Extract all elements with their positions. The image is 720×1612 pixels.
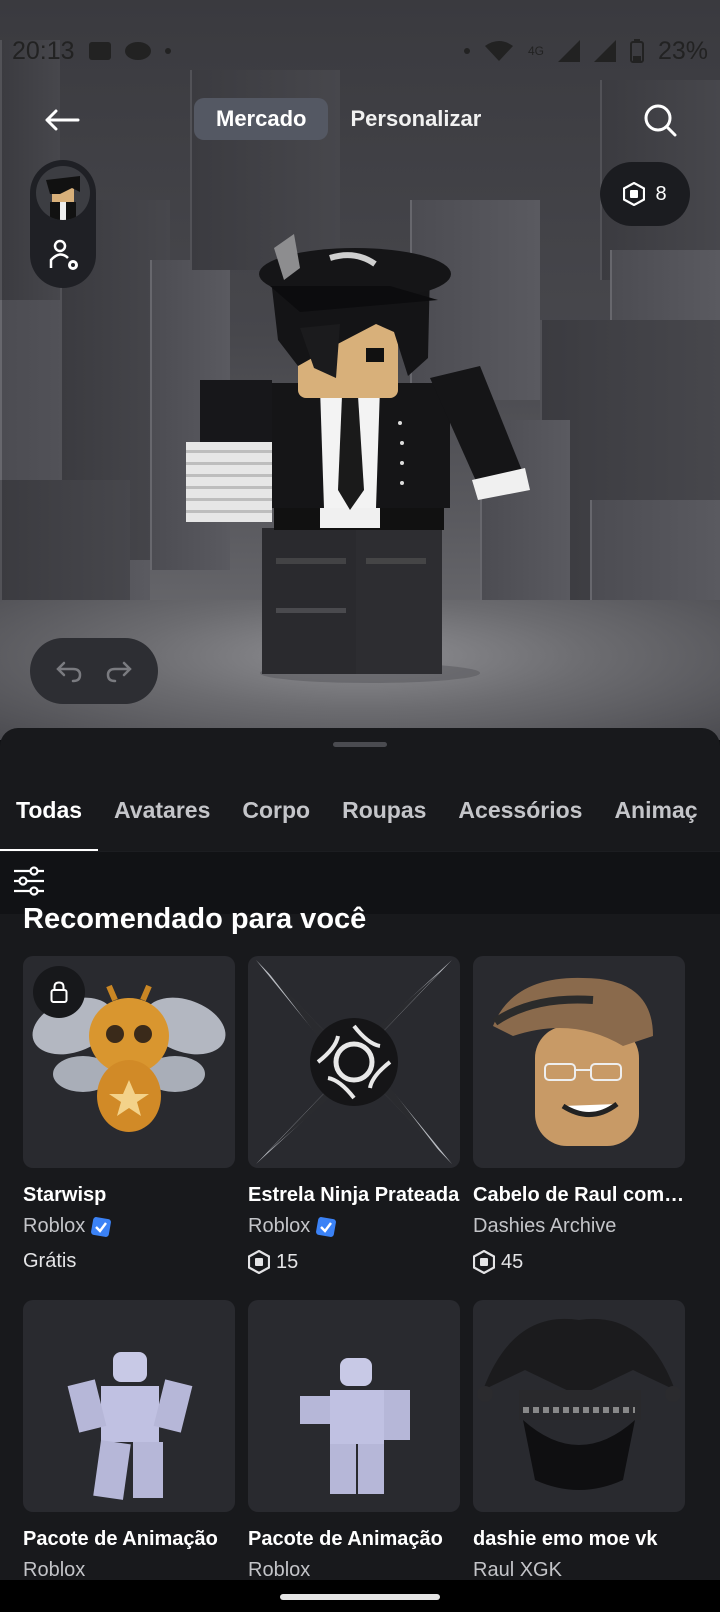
item-thumbnail[interactable] (23, 956, 235, 1168)
item-card[interactable]: dashie emo moe vk Raul XGK (473, 1300, 685, 1582)
system-nav-bar (0, 1580, 720, 1612)
arrow-left-icon (45, 109, 80, 131)
robux-balance-button[interactable]: 8 (600, 162, 690, 226)
item-card[interactable]: Starwisp Roblox Grátis (23, 956, 235, 1273)
status-bar: 20:13 4G 23% (0, 0, 720, 80)
creator-name: Roblox (23, 1559, 86, 1581)
battery-level: 23% (657, 36, 708, 65)
avatar-switcher[interactable] (30, 160, 96, 288)
item-card[interactable]: Cabelo de Raul com Óculos Dashies Archiv… (473, 956, 685, 1274)
item-thumbnail[interactable] (23, 1300, 235, 1512)
item-creator[interactable]: Raul XGK (473, 1559, 685, 1582)
item-price: 15 (248, 1250, 460, 1274)
item-name[interactable]: Starwisp (23, 1184, 235, 1207)
filter-sliders-icon[interactable] (12, 864, 46, 898)
section-title: Recomendado para você (23, 903, 367, 935)
tab-personalizar[interactable]: Personalizar (328, 98, 503, 140)
verified-badge-icon (91, 1216, 112, 1237)
item-thumbnail[interactable] (473, 1300, 685, 1512)
item-creator[interactable]: Roblox (248, 1215, 460, 1238)
creator-name: Roblox (248, 1215, 311, 1237)
signal-icon-2 (593, 40, 616, 62)
network-type: 4G (527, 44, 544, 58)
item-card[interactable]: Pacote de Animação Roblox (23, 1300, 235, 1582)
item-name[interactable]: Estrela Ninja Prateada (248, 1184, 460, 1207)
lock-icon (50, 981, 68, 1003)
signal-icon (557, 40, 580, 62)
item-price: Grátis (23, 1250, 235, 1273)
robux-icon (248, 1250, 270, 1274)
tab-mercado[interactable]: Mercado (194, 98, 329, 140)
price-value: 45 (501, 1250, 524, 1273)
home-gesture-bar[interactable] (280, 1594, 440, 1600)
ninja-star-image (256, 960, 452, 1164)
undo-icon[interactable] (55, 659, 83, 683)
item-creator[interactable]: Roblox (248, 1559, 460, 1582)
robux-balance: 8 (655, 182, 667, 205)
avatar-settings-icon[interactable] (46, 238, 82, 274)
robux-icon (473, 1250, 495, 1274)
avatar-thumbnail-icon (46, 176, 80, 220)
wifi-icon (484, 41, 513, 61)
item-name[interactable]: dashie emo moe vk (473, 1528, 685, 1551)
back-button[interactable] (40, 100, 84, 140)
mode-switch: Mercado Personalizar (194, 98, 503, 140)
scene-block (0, 480, 130, 610)
item-card[interactable]: Pacote de Animação Roblox (248, 1300, 460, 1582)
tab-corpo[interactable]: Corpo (226, 768, 326, 851)
tab-animacoes[interactable]: Animaç (598, 768, 713, 851)
item-thumbnail[interactable] (248, 1300, 460, 1512)
item-creator[interactable]: Roblox (23, 1559, 235, 1582)
tab-todas[interactable]: Todas (0, 768, 99, 851)
undo-redo-controls (30, 638, 158, 704)
hair-glasses-image (492, 977, 653, 1146)
item-price: 45 (473, 1250, 685, 1274)
item-thumbnail[interactable] (248, 956, 460, 1168)
robux-icon (623, 182, 646, 206)
sheet-drag-handle[interactable] (333, 742, 387, 747)
scene-block (590, 500, 720, 610)
search-button[interactable] (640, 100, 680, 140)
item-name[interactable]: Pacote de Animação (248, 1528, 460, 1551)
item-card[interactable]: Estrela Ninja Prateada Roblox 15 (248, 956, 460, 1274)
catalog-sheet: Todas Avatares Corpo Roupas Acessórios A… (0, 728, 720, 1612)
avatar-preview-scene[interactable]: 20:13 4G 23% Mercado Personalizar 8 (0, 0, 720, 740)
creator-name: Roblox (23, 1215, 86, 1237)
jester-hat-image (477, 1318, 681, 1490)
creator-name: Raul XGK (473, 1559, 562, 1581)
tab-acessorios[interactable]: Acessórios (442, 768, 598, 851)
animation-pack-image (67, 1352, 193, 1500)
battery-icon (629, 39, 644, 63)
animation-pack-image (300, 1358, 410, 1494)
search-icon (644, 104, 677, 137)
category-tabs: Todas Avatares Corpo Roupas Acessórios A… (0, 768, 720, 852)
tab-roupas[interactable]: Roupas (326, 768, 442, 851)
price-value: 15 (276, 1250, 299, 1273)
item-name[interactable]: Cabelo de Raul com Óculos (473, 1184, 685, 1207)
item-name[interactable]: Pacote de Animação (23, 1528, 235, 1551)
avatar[interactable] (36, 166, 90, 220)
clock: 20:13 (12, 36, 75, 65)
price-label: Grátis (23, 1250, 77, 1272)
dot-indicator-icon (463, 48, 470, 54)
avatar-character[interactable] (180, 228, 550, 688)
message-notification-icon (88, 42, 111, 60)
more-notifications-icon (164, 48, 171, 54)
lock-badge (33, 966, 85, 1018)
item-thumbnail[interactable] (473, 956, 685, 1168)
item-creator[interactable]: Dashies Archive (473, 1215, 685, 1238)
verified-badge-icon (316, 1216, 337, 1237)
creator-name: Dashies Archive (473, 1215, 617, 1237)
tab-avatares[interactable]: Avatares (98, 768, 226, 851)
creator-name: Roblox (248, 1559, 311, 1581)
app-notification-icon (124, 42, 151, 60)
redo-icon[interactable] (105, 659, 133, 683)
item-creator[interactable]: Roblox (23, 1215, 235, 1238)
